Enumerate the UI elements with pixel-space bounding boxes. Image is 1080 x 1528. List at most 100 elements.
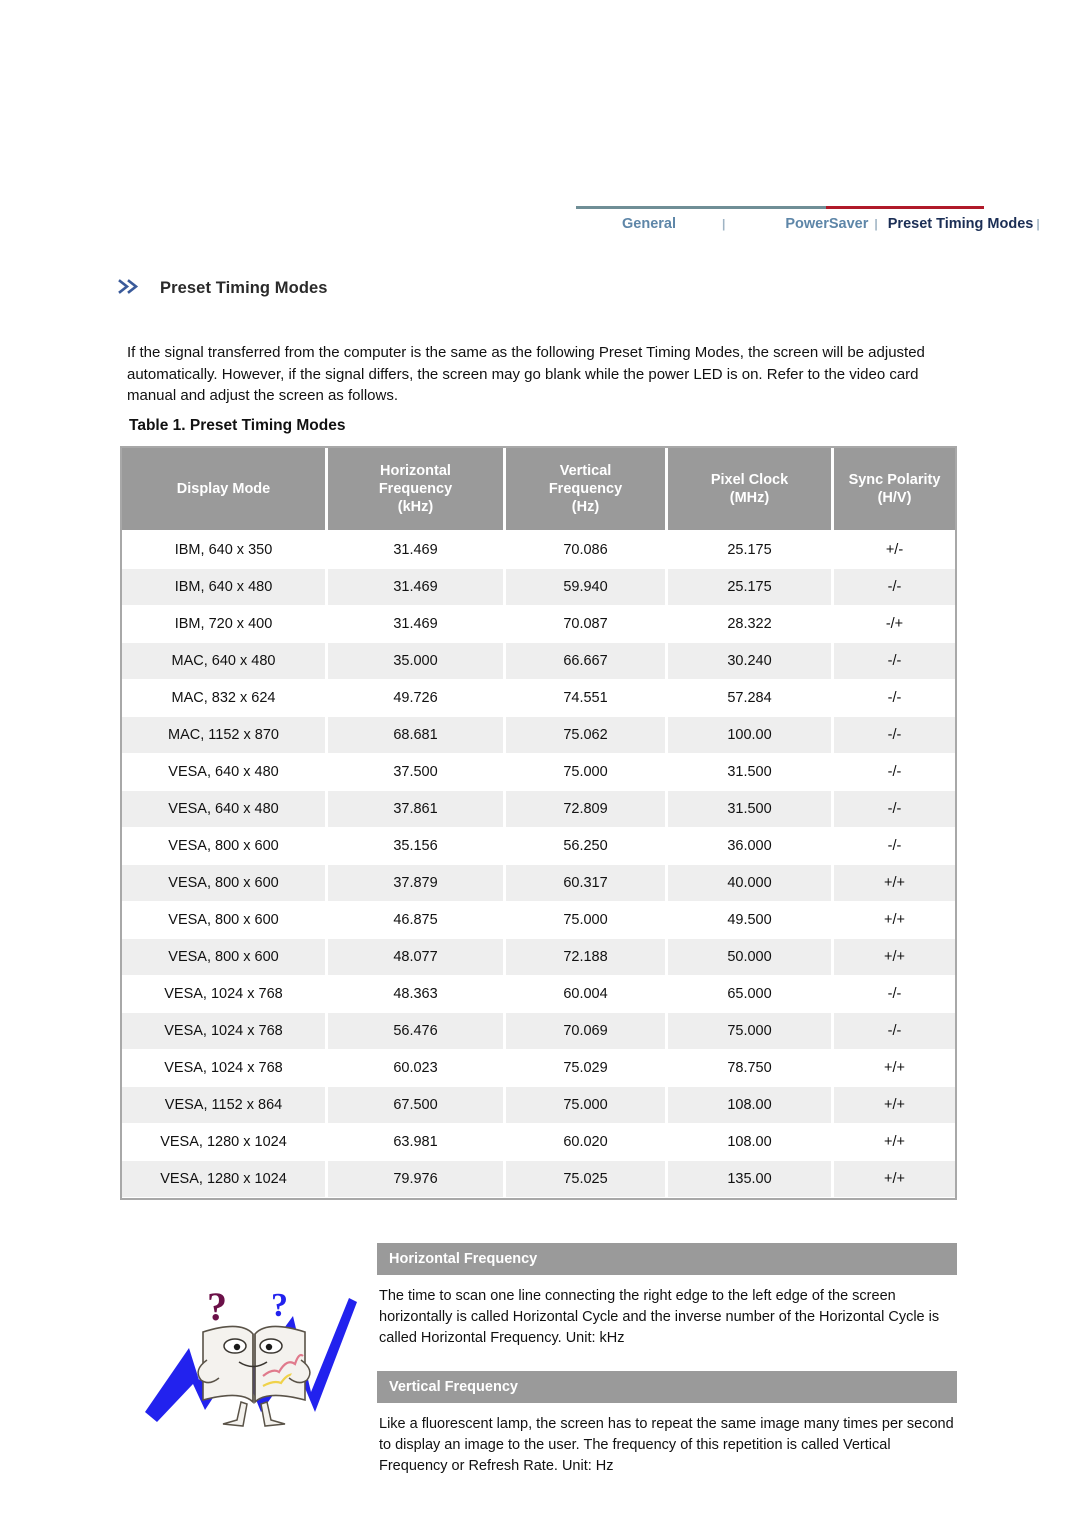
- table-row: VESA, 800 x 600 48.077 72.188 50.000 +/+: [122, 939, 955, 976]
- cell-pixel-clock: 31.500: [668, 791, 834, 828]
- nav-tab-general[interactable]: General: [622, 216, 676, 232]
- table-column-header-4: Sync Polarity (H/V): [834, 448, 955, 532]
- cell-vertical-frequency: 70.069: [506, 1013, 668, 1050]
- cell-sync-polarity: +/+: [834, 902, 955, 939]
- cell-pixel-clock: 30.240: [668, 643, 834, 680]
- cell-horizontal-frequency: 56.476: [328, 1013, 506, 1050]
- cell-vertical-frequency: 72.809: [506, 791, 668, 828]
- cell-sync-polarity: -/-: [834, 1013, 955, 1050]
- cell-display-mode: MAC, 832 x 624: [122, 680, 328, 717]
- cell-sync-polarity: -/-: [834, 643, 955, 680]
- cell-display-mode: VESA, 1024 x 768: [122, 1050, 328, 1087]
- cell-pixel-clock: 108.00: [668, 1124, 834, 1161]
- nav-tab-list: General | PowerSaver | Preset Timing Mod…: [576, 216, 1040, 232]
- cell-vertical-frequency: 75.000: [506, 902, 668, 939]
- open-book-character-illustration: ? ?: [143, 1272, 368, 1437]
- cell-horizontal-frequency: 37.879: [328, 865, 506, 902]
- table-column-header-1: Horizontal Frequency (kHz): [328, 448, 506, 532]
- cell-vertical-frequency: 60.004: [506, 976, 668, 1013]
- table-row: MAC, 832 x 624 49.726 74.551 57.284 -/-: [122, 680, 955, 717]
- cell-vertical-frequency: 75.025: [506, 1161, 668, 1198]
- table-column-header-line: (Hz): [571, 499, 600, 515]
- cell-display-mode: IBM, 720 x 400: [122, 606, 328, 643]
- nav-rule-active-segment: [826, 206, 984, 209]
- table-row: IBM, 640 x 350 31.469 70.086 25.175 +/-: [122, 532, 955, 569]
- cell-vertical-frequency: 66.667: [506, 643, 668, 680]
- nav-rule-left-segment: [576, 206, 826, 209]
- cell-pixel-clock: 31.500: [668, 754, 834, 791]
- cell-sync-polarity: -/-: [834, 569, 955, 606]
- svg-text:?: ?: [271, 1287, 288, 1324]
- cell-display-mode: MAC, 640 x 480: [122, 643, 328, 680]
- cell-sync-polarity: +/-: [834, 532, 955, 569]
- table-column-header-2: Vertical Frequency (Hz): [506, 448, 668, 532]
- cell-horizontal-frequency: 63.981: [328, 1124, 506, 1161]
- table-row: VESA, 1024 x 768 60.023 75.029 78.750 +/+: [122, 1050, 955, 1087]
- cell-horizontal-frequency: 67.500: [328, 1087, 506, 1124]
- cell-display-mode: VESA, 1024 x 768: [122, 1013, 328, 1050]
- cell-sync-polarity: -/-: [834, 680, 955, 717]
- nav-separator-2: |: [874, 217, 878, 231]
- table-row: VESA, 1280 x 1024 79.976 75.025 135.00 +/+: [122, 1161, 955, 1198]
- table-row: VESA, 640 x 480 37.500 75.000 31.500 -/-: [122, 754, 955, 791]
- table-row: MAC, 640 x 480 35.000 66.667 30.240 -/-: [122, 643, 955, 680]
- table-row: VESA, 640 x 480 37.861 72.809 31.500 -/-: [122, 791, 955, 828]
- cell-pixel-clock: 100.00: [668, 717, 834, 754]
- table-column-header-line: Frequency: [548, 481, 623, 497]
- cell-sync-polarity: +/+: [834, 1050, 955, 1087]
- cell-horizontal-frequency: 31.469: [328, 532, 506, 569]
- table-row: MAC, 1152 x 870 68.681 75.062 100.00 -/-: [122, 717, 955, 754]
- cell-vertical-frequency: 75.062: [506, 717, 668, 754]
- cell-sync-polarity: -/-: [834, 717, 955, 754]
- cell-vertical-frequency: 70.086: [506, 532, 668, 569]
- table-column-header-line: Pixel Clock: [710, 472, 789, 488]
- table-column-header-line: Display Mode: [176, 481, 271, 497]
- page-title: Preset Timing Modes: [160, 278, 328, 297]
- cell-horizontal-frequency: 48.077: [328, 939, 506, 976]
- nav-separator-3: |: [1036, 217, 1040, 231]
- svg-text:?: ?: [207, 1284, 227, 1329]
- cell-horizontal-frequency: 68.681: [328, 717, 506, 754]
- definitions-spacer: [377, 1359, 957, 1371]
- cell-horizontal-frequency: 31.469: [328, 569, 506, 606]
- cell-pixel-clock: 108.00: [668, 1087, 834, 1124]
- cell-pixel-clock: 25.175: [668, 532, 834, 569]
- cell-horizontal-frequency: 35.000: [328, 643, 506, 680]
- table-column-header-line: (kHz): [397, 499, 434, 515]
- cell-vertical-frequency: 75.000: [506, 1087, 668, 1124]
- cell-pixel-clock: 25.175: [668, 569, 834, 606]
- table-row: VESA, 1024 x 768 48.363 60.004 65.000 -/-: [122, 976, 955, 1013]
- cell-display-mode: VESA, 1152 x 864: [122, 1087, 328, 1124]
- cell-horizontal-frequency: 35.156: [328, 828, 506, 865]
- cell-horizontal-frequency: 37.861: [328, 791, 506, 828]
- cell-pixel-clock: 75.000: [668, 1013, 834, 1050]
- cell-sync-polarity: -/+: [834, 606, 955, 643]
- cell-display-mode: VESA, 800 x 600: [122, 865, 328, 902]
- double-chevron-right-icon: [118, 278, 144, 298]
- nav-tab-preset-timing-modes[interactable]: Preset Timing Modes: [888, 216, 1034, 232]
- table-caption: Table 1. Preset Timing Modes: [129, 417, 346, 434]
- intro-paragraph: If the signal transferred from the compu…: [127, 344, 925, 404]
- cell-sync-polarity: -/-: [834, 976, 955, 1013]
- table-column-header-3: Pixel Clock (MHz): [668, 448, 834, 532]
- preset-timing-table: Display Mode Horizontal Frequency (kHz) Vert…: [122, 448, 955, 1198]
- preset-timing-table-container: Display Mode Horizontal Frequency (kHz) Vert…: [120, 446, 957, 1200]
- cell-display-mode: VESA, 800 x 600: [122, 902, 328, 939]
- cell-vertical-frequency: 59.940: [506, 569, 668, 606]
- vertical-frequency-body: Like a fluorescent lamp, the screen has …: [379, 1416, 954, 1474]
- cell-display-mode: IBM, 640 x 480: [122, 569, 328, 606]
- cell-pixel-clock: 49.500: [668, 902, 834, 939]
- table-column-header-line: Frequency: [378, 481, 453, 497]
- cell-pixel-clock: 78.750: [668, 1050, 834, 1087]
- cell-vertical-frequency: 56.250: [506, 828, 668, 865]
- cell-sync-polarity: -/-: [834, 754, 955, 791]
- cell-display-mode: VESA, 1280 x 1024: [122, 1124, 328, 1161]
- cell-pixel-clock: 65.000: [668, 976, 834, 1013]
- nav-tab-powersaver[interactable]: PowerSaver: [785, 216, 868, 232]
- cell-vertical-frequency: 75.000: [506, 754, 668, 791]
- top-navigation: General | PowerSaver | Preset Timing Mod…: [576, 206, 1040, 232]
- table-column-header-line: Vertical: [559, 463, 612, 479]
- cell-sync-polarity: +/+: [834, 939, 955, 976]
- table-header-row: Display Mode Horizontal Frequency (kHz) Vert…: [122, 448, 955, 532]
- nav-rule: [576, 206, 984, 209]
